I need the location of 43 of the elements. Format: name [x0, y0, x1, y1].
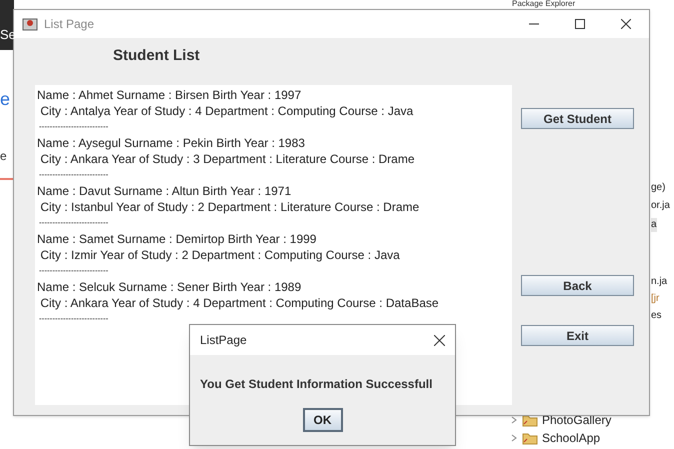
text-fragment: es [651, 309, 662, 323]
separator-line: -------------------------- [38, 313, 110, 325]
close-icon[interactable] [434, 334, 445, 346]
view-tab[interactable]: Package Explorer [512, 0, 576, 8]
text-fragment: n.ja [651, 275, 668, 289]
app-icon [22, 16, 38, 32]
text-fragment: or.ja [651, 199, 670, 213]
dialog-message: You Get Student Information Successfull [200, 376, 434, 393]
page-heading: Student List [113, 46, 200, 66]
action-button[interactable]: Get Student [521, 108, 634, 129]
text-fragment: a [651, 218, 657, 232]
dialog-title: ListPage [200, 332, 247, 349]
action-button[interactable]: Back [521, 275, 634, 296]
text-fragment: [jr [651, 292, 660, 306]
record-line: City : Izmir Year of Study : 2 Department : Computing Course : Java [39, 247, 401, 263]
ok-button[interactable]: OK [302, 408, 342, 432]
text-fragment: e [0, 150, 7, 162]
record-line: City : Antalya Year of Study : 4 Department : Computing Course : Java [39, 103, 414, 119]
separator-line: -------------------------- [38, 265, 110, 277]
folder-icon [522, 431, 538, 445]
project-label[interactable]: PhotoGallery [542, 414, 612, 426]
close-icon[interactable] [621, 19, 631, 29]
action-button[interactable]: Exit [521, 325, 634, 346]
maximize-icon[interactable] [575, 19, 585, 29]
record-line: Name : Ahmet Surname : Birsen Birth Year : 1997 [37, 87, 302, 103]
text-fragment: e [0, 90, 10, 108]
separator-line: -------------------------- [38, 121, 110, 133]
record-line: City : Istanbul Year of Study : 2 Department : Literature Course : Drame [39, 199, 420, 215]
chevron-icon[interactable] [510, 416, 518, 424]
record-line: Name : Samet Surname : Demirtop Birth Year : 1999 [37, 231, 318, 247]
window-title: List Page [44, 16, 94, 33]
record-line: Name : Davut Surname : Altun Birth Year : 1971 [37, 183, 292, 199]
folder-icon [522, 413, 538, 427]
text-fragment: ge) [651, 181, 666, 195]
record-line: Name : Aysegul Surname : Pekin Birth Year : 1983 [37, 135, 306, 151]
project-label[interactable]: SchoolApp [542, 432, 600, 444]
record-line: City : Ankara Year of Study : 4 Department : Computing Course : DataBase [39, 295, 440, 311]
record-line: Name : Selcuk Surname : Sener Birth Year : 1989 [37, 279, 302, 295]
separator-line: -------------------------- [38, 217, 110, 229]
progress-line [0, 178, 14, 180]
record-line: City : Ankara Year of Study : 3 Department : Literature Course : Drame [39, 151, 416, 167]
chevron-icon[interactable] [510, 434, 518, 442]
separator-line: -------------------------- [38, 169, 110, 181]
